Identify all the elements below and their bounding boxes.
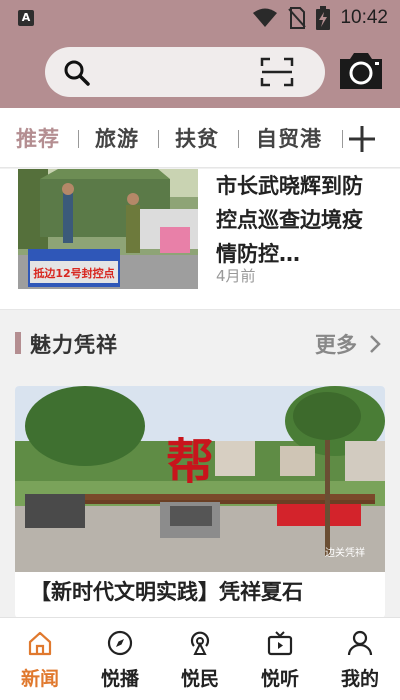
app-header: A 10:42	[0, 0, 400, 108]
news-list-item[interactable]: 抵边12号封控点 市长武晓辉到防控点巡查边境疫情防控… 4月前	[0, 169, 400, 310]
no-sim-icon	[288, 7, 307, 29]
user-icon	[347, 630, 373, 656]
app-notification-icon: A	[18, 10, 34, 26]
news-thumbnail: 抵边12号封控点	[18, 169, 198, 289]
tab-free-trade-port[interactable]: 自贸港	[256, 123, 322, 153]
section-accent-bar	[15, 332, 21, 354]
compass-icon	[107, 630, 133, 656]
nav-label: 新闻	[20, 668, 59, 690]
broadcast-icon	[190, 631, 210, 655]
image-watermark: 边关凭祥	[325, 546, 365, 559]
status-icons: 10:42	[252, 6, 388, 30]
category-tabs: 推荐 旅游 扶贫 自贸港	[0, 108, 400, 168]
home-icon	[28, 631, 52, 656]
nav-label: 悦民	[180, 668, 219, 690]
tab-travel[interactable]: 旅游	[95, 123, 139, 153]
tab-divider	[342, 130, 343, 148]
feature-card[interactable]: 帮 边关凭祥 【新时代文明实践】凭祥夏石	[15, 386, 385, 618]
camera-icon[interactable]	[338, 51, 384, 91]
chevron-right-icon[interactable]	[368, 334, 382, 354]
battery-charging-icon	[316, 6, 331, 30]
nav-label: 悦听	[260, 668, 299, 690]
section-title: 魅力凭祥	[30, 333, 118, 357]
nav-profile[interactable]: 我的	[320, 618, 400, 700]
section-header: 魅力凭祥 更多	[0, 316, 400, 370]
more-link[interactable]: 更多	[315, 329, 357, 359]
tab-divider	[78, 130, 79, 148]
nav-citizen[interactable]: 悦民	[160, 618, 240, 700]
tab-poverty[interactable]: 扶贫	[175, 123, 219, 153]
wifi-icon	[253, 8, 278, 27]
status-time: 10:42	[340, 7, 388, 28]
nav-broadcast[interactable]: 悦播	[80, 618, 160, 700]
news-time: 4月前	[216, 267, 256, 285]
video-icon	[267, 631, 293, 656]
status-bar: A 10:42	[0, 0, 400, 36]
tab-divider	[238, 130, 239, 148]
scan-icon[interactable]	[260, 56, 294, 88]
sculpture-character: 帮	[166, 434, 214, 490]
nav-label: 我的	[340, 668, 379, 690]
search-icon[interactable]	[63, 59, 91, 87]
bottom-nav: 新闻 悦播 悦民 悦听 我的	[0, 617, 400, 700]
nav-label: 悦播	[100, 668, 139, 690]
feature-title[interactable]: 【新时代文明实践】凭祥夏石	[30, 576, 303, 606]
search-input[interactable]	[45, 47, 325, 97]
tab-recommend[interactable]: 推荐	[16, 123, 60, 153]
thumb-banner-text: 抵边12号封控点	[33, 266, 114, 280]
news-title[interactable]: 市长武晓辉到防控点巡查边境疫情防控…	[216, 169, 380, 271]
tab-divider	[158, 130, 159, 148]
nav-news[interactable]: 新闻	[0, 618, 80, 700]
plus-icon[interactable]	[345, 122, 379, 156]
nav-listen[interactable]: 悦听	[240, 618, 320, 700]
feature-image: 帮 边关凭祥	[15, 386, 385, 572]
